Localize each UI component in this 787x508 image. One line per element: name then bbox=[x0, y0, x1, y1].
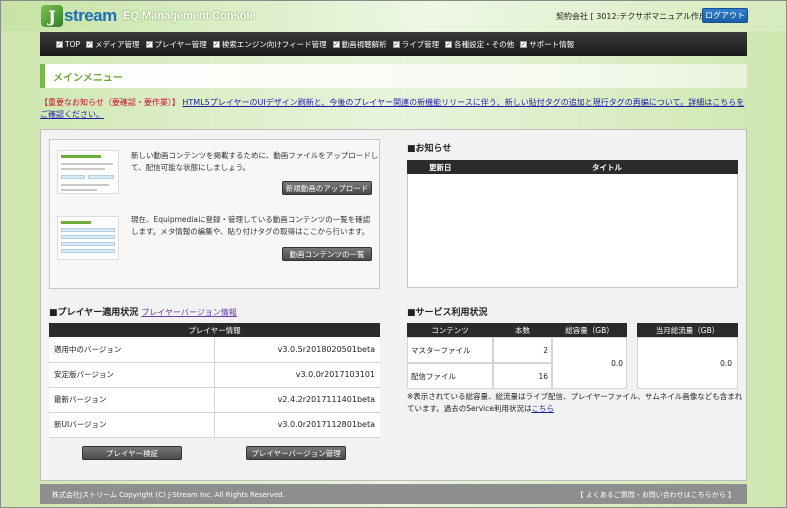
nav-item-player[interactable]: ✓ プレイヤー管理 bbox=[145, 39, 207, 50]
important-notice: 【重要なお知らせ（要確認・要作業）】 HTML5プレイヤーのUIデザイン刷新と、… bbox=[40, 97, 750, 121]
nav-label: 動画視聴解析 bbox=[341, 39, 387, 49]
player-row-value: v2.4.2r2017111401beta bbox=[214, 387, 380, 413]
player-version-link[interactable]: プレイヤーバージョン情報 bbox=[141, 308, 237, 317]
svc-col-total-size: 総容量（GB） bbox=[552, 323, 627, 337]
player-status-title: ■プレイヤー適用状況 プレイヤーバージョン情報 bbox=[49, 305, 237, 318]
page-title: メインメニュー bbox=[40, 64, 747, 88]
player-version-manage-button[interactable]: プレイヤーバージョン管理 bbox=[246, 446, 346, 460]
jstream-logo[interactable]: J stream bbox=[41, 5, 117, 27]
nav-label: サポート情報 bbox=[529, 39, 575, 49]
list-thumbnail bbox=[57, 216, 119, 260]
table-row: 適用中のバージョン v3.0.5r2018020501beta bbox=[49, 337, 380, 363]
checkbox-icon: ✓ bbox=[145, 40, 153, 48]
global-nav: ✓ TOP ✓ メディア管理 ✓ プレイヤー管理 ✓ 検索エンジン向けフィード管… bbox=[40, 32, 747, 56]
nav-item-feed[interactable]: ✓ 検索エンジン向けフィード管理 bbox=[212, 39, 327, 50]
video-list-button[interactable]: 動画コンテンツの一覧 bbox=[282, 247, 372, 261]
service-usage-title: ■サービス利用状況 bbox=[407, 308, 488, 318]
svc-col-monthly-traffic: 当月総流量（GB） bbox=[637, 323, 738, 337]
table-row: 新UIバージョン v3.0.0r2017112801beta bbox=[49, 412, 380, 438]
nav-item-settings[interactable]: ✓ 各種設定・その他 bbox=[445, 39, 514, 50]
nav-label: プレイヤー管理 bbox=[154, 39, 207, 49]
table-row: 安定版バージョン v3.0.0r2017103101 bbox=[49, 362, 380, 388]
copyright: 株式会社Jストリーム Copyright (C) J-Stream Inc. A… bbox=[52, 491, 285, 499]
svc-row-count: 2 bbox=[493, 337, 552, 363]
checkbox-icon: ✓ bbox=[212, 40, 220, 48]
account-label: 契約会社 [ 3012:テクサポマニュアル作成用 ] bbox=[556, 12, 721, 21]
player-verify-button[interactable]: プレイヤー検証 bbox=[82, 446, 182, 460]
player-row-value: v3.0.0r2017103101 bbox=[214, 362, 380, 388]
checkbox-icon: ✓ bbox=[56, 40, 63, 48]
footer: 株式会社Jストリーム Copyright (C) J-Stream Inc. A… bbox=[40, 484, 747, 504]
nav-label: 各種設定・その他 bbox=[454, 39, 515, 49]
nav-label: 検索エンジン向けフィード管理 bbox=[221, 39, 327, 49]
nav-label: TOP bbox=[65, 39, 81, 49]
console-title: EQ Management Console bbox=[123, 10, 256, 22]
upload-video-button[interactable]: 新規動画のアップロード bbox=[282, 181, 372, 195]
news-table-header: 更新日 タイトル bbox=[407, 160, 738, 174]
svc-row-label: 配信ファイル bbox=[407, 363, 493, 389]
svc-row-count: 16 bbox=[493, 363, 552, 389]
nav-item-top[interactable]: ✓ TOP bbox=[56, 40, 80, 49]
nav-label: メディア管理 bbox=[95, 39, 140, 49]
nav-item-live[interactable]: ✓ ライブ管理 bbox=[392, 39, 440, 50]
logo-text: stream bbox=[64, 6, 117, 25]
nav-item-support[interactable]: ✓ サポート情報 bbox=[520, 39, 574, 50]
svc-total-size: 0.0 bbox=[552, 337, 627, 389]
upload-description: 新しい動画コンテンツを掲載するために、動画ファイルをアップロードして、配信可能な… bbox=[131, 151, 379, 172]
player-row-label: 最新バージョン bbox=[49, 387, 215, 413]
news-title: ■お知らせ bbox=[407, 144, 452, 154]
logout-button[interactable]: ログアウト bbox=[702, 8, 748, 23]
news-list bbox=[407, 174, 738, 288]
player-row-label: 適用中のバージョン bbox=[49, 337, 215, 363]
svc-col-content: コンテンツ bbox=[407, 323, 493, 337]
logo-mark: J bbox=[41, 5, 63, 27]
news-col-date: 更新日 bbox=[429, 163, 452, 172]
faq-link[interactable]: 【 よくあるご質問・お問い合わせはこちらから 】 bbox=[577, 490, 735, 500]
nav-item-analytics[interactable]: ✓ 動画視聴解析 bbox=[332, 39, 387, 50]
checkbox-icon: ✓ bbox=[86, 40, 94, 48]
player-status-title-text: ■プレイヤー適用状況 bbox=[49, 308, 139, 318]
header: J stream EQ Management Console 契約会社 [ 30… bbox=[1, 1, 786, 31]
player-row-value: v3.0.5r2018020501beta bbox=[214, 337, 380, 363]
list-description: 現在、Equipmediaに登録・管理している動画コンテンツの一覧を確認します。… bbox=[131, 215, 371, 236]
checkbox-icon: ✓ bbox=[520, 40, 528, 48]
upload-thumbnail bbox=[57, 150, 119, 194]
svc-col-count: 本数 bbox=[493, 323, 552, 337]
checkbox-icon: ✓ bbox=[445, 40, 453, 48]
nav-item-media[interactable]: ✓ メディア管理 bbox=[86, 39, 140, 50]
player-table-header: プレイヤー情報 bbox=[49, 323, 380, 337]
service-history-link[interactable]: こちら bbox=[531, 404, 554, 413]
table-row: 最新バージョン v2.4.2r2017111401beta bbox=[49, 387, 380, 413]
nav-label: ライブ管理 bbox=[401, 39, 440, 49]
player-row-value: v3.0.0r2017112801beta bbox=[214, 412, 380, 438]
svc-row-label: マスターファイル bbox=[407, 337, 493, 363]
checkbox-icon: ✓ bbox=[392, 40, 400, 48]
news-col-title: タイトル bbox=[592, 163, 622, 172]
player-info-table: プレイヤー情報 適用中のバージョン v3.0.5r2018020501beta … bbox=[49, 323, 380, 438]
player-row-label: 新UIバージョン bbox=[49, 412, 215, 438]
service-note-text: ※表示されている総容量、総流量はライブ配信、プレイヤーファイル、サムネイル画像な… bbox=[407, 392, 743, 413]
notice-tag: 【重要なお知らせ（要確認・要作業）】 bbox=[40, 98, 180, 107]
service-note: ※表示されている総容量、総流量はライブ配信、プレイヤーファイル、サムネイル画像な… bbox=[407, 391, 747, 415]
player-row-label: 安定版バージョン bbox=[49, 362, 215, 388]
checkbox-icon: ✓ bbox=[332, 40, 340, 48]
svc-monthly-traffic: 0.0 bbox=[637, 337, 738, 389]
